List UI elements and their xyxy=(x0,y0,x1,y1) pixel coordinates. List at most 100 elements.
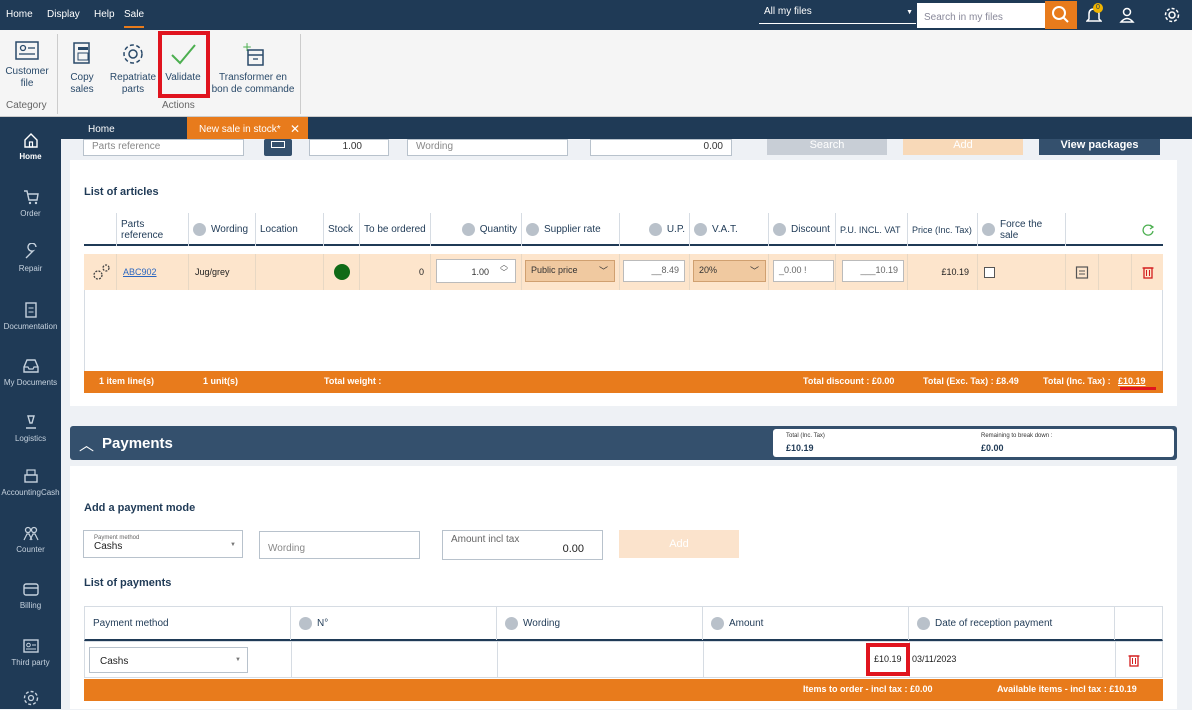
col-quantity-label: Quantity xyxy=(479,224,517,235)
payments-section-header[interactable]: ︿ Payments Total (Inc. Tax) £10.19 Remai… xyxy=(70,426,1177,460)
sidebar-item-repair[interactable]: Repair xyxy=(0,243,61,273)
payment-wording-input[interactable]: Wording xyxy=(259,531,420,559)
sidebar-item-label: Logistics xyxy=(14,434,47,443)
force-sale-checkbox[interactable] xyxy=(984,266,995,278)
sidebar-item-label: Third party xyxy=(11,658,50,667)
sidebar-item-home[interactable]: Home xyxy=(0,131,61,161)
clipboard-icon xyxy=(1075,266,1089,279)
menu-help[interactable]: Help xyxy=(94,9,115,20)
add-payment-button[interactable]: Add xyxy=(619,530,739,558)
wording-input[interactable]: Wording xyxy=(407,139,568,156)
keyboard-button[interactable] xyxy=(264,139,292,156)
tab-new-sale[interactable]: New sale in stock* ✕ xyxy=(187,117,308,139)
article-pu-incl-input[interactable]: ___10.19 xyxy=(842,260,904,282)
refresh-icon xyxy=(1142,223,1155,236)
amount-input[interactable]: 0.00 xyxy=(590,139,732,156)
transform-order-button[interactable]: + Transformer en bon de commande xyxy=(211,40,295,96)
pencil-icon xyxy=(982,223,995,236)
id-card-icon xyxy=(15,41,39,60)
col-payment-method[interactable]: Payment method xyxy=(85,607,291,640)
sidebar-item-label: Order xyxy=(20,209,41,218)
user-button[interactable] xyxy=(1119,7,1135,26)
col-parts-reference[interactable]: Parts reference xyxy=(117,213,189,246)
article-ref-link[interactable]: ABC902 xyxy=(117,254,189,290)
col-location[interactable]: Location xyxy=(256,213,324,246)
pencil-icon xyxy=(461,223,475,236)
articles-empty-area xyxy=(84,290,1163,372)
sidebar-item-settings[interactable] xyxy=(0,689,61,710)
sidebar-item-third-party[interactable]: Third party xyxy=(0,637,61,667)
article-discount-input[interactable]: _0.00 ! xyxy=(773,260,834,282)
repatriate-parts-button[interactable]: Repatriate parts xyxy=(108,40,158,96)
total-incl-tax-label: Total (Inc. Tax) : xyxy=(1043,376,1111,386)
tab-home[interactable]: Home xyxy=(88,117,115,139)
sidebar-item-accountingcash[interactable]: AccountingCash xyxy=(0,467,61,497)
payment-row-method-value: Cashs xyxy=(100,656,129,667)
people-icon xyxy=(22,526,39,541)
close-icon[interactable]: ✕ xyxy=(290,122,300,136)
col-up[interactable]: U.P. xyxy=(620,213,690,246)
repatriate-parts-label: Repatriate parts xyxy=(109,72,157,95)
search-icon xyxy=(1052,6,1069,23)
col-payment-wording[interactable]: Wording xyxy=(497,607,703,640)
supplier-rate-select[interactable]: Public price ﹀ xyxy=(525,260,615,282)
credit-card-icon xyxy=(22,583,39,596)
col-amount[interactable]: Amount xyxy=(703,607,909,640)
vat-select[interactable]: 20% ﹀ xyxy=(693,260,766,282)
search-button[interactable] xyxy=(1045,1,1077,29)
gear-icon xyxy=(23,690,38,706)
delete-payment-button[interactable] xyxy=(1128,653,1140,670)
article-to-order: 0 xyxy=(360,254,431,290)
col-discount[interactable]: Discount xyxy=(769,213,836,246)
sidebar-item-my-documents[interactable]: My Documents xyxy=(0,357,61,387)
menu-home[interactable]: Home xyxy=(6,9,33,20)
delete-article-button[interactable] xyxy=(1132,254,1163,290)
sidebar-item-logistics[interactable]: Logistics xyxy=(0,413,61,443)
col-pu-incl-vat[interactable]: P.U. INCL. VAT xyxy=(836,213,908,246)
col-number[interactable]: N° xyxy=(291,607,497,640)
sidebar-item-order[interactable]: Order xyxy=(0,188,61,218)
copy-sales-button[interactable]: Copy sales xyxy=(64,40,100,96)
refresh-button[interactable] xyxy=(1066,213,1163,246)
settings-button[interactable] xyxy=(1164,7,1180,26)
total-discount: Total discount : £0.00 xyxy=(803,376,895,386)
col-supplier-rate[interactable]: Supplier rate xyxy=(522,213,620,246)
trash-icon xyxy=(1142,267,1153,279)
payment-amount-input[interactable]: Amount incl tax 0.00 xyxy=(442,530,603,560)
menu-display[interactable]: Display xyxy=(47,9,80,20)
search-input[interactable]: Search in my files xyxy=(917,3,1045,28)
article-up-input[interactable]: __8.49 xyxy=(623,260,685,282)
menu-sale[interactable]: Sale xyxy=(124,9,145,28)
article-settings-icon-cell[interactable] xyxy=(84,254,117,290)
customer-file-button[interactable]: Customer file xyxy=(4,40,50,90)
stock-status-dot xyxy=(333,264,350,280)
view-packages-button[interactable]: View packages xyxy=(1039,139,1160,155)
col-wording[interactable]: Wording xyxy=(189,213,256,246)
add-payment-title: Add a payment mode xyxy=(84,502,196,514)
col-stock[interactable]: Stock xyxy=(324,213,360,246)
validate-highlight xyxy=(158,31,210,98)
sidebar-item-documentation[interactable]: Documentation xyxy=(0,301,61,331)
units-count: 1 unit(s) xyxy=(203,376,238,386)
payment-method-value: Cashs xyxy=(94,541,123,552)
search-part-button[interactable]: Search xyxy=(767,139,887,155)
col-force-sale[interactable]: Force the sale xyxy=(978,213,1066,246)
col-to-be-ordered[interactable]: To be ordered xyxy=(360,213,431,246)
pencil-icon xyxy=(694,223,707,236)
quantity-input[interactable]: 1.00 xyxy=(309,139,389,156)
col-date-reception[interactable]: Date of reception payment xyxy=(909,607,1115,640)
payment-method-select[interactable]: Payment method Cashs ▼ xyxy=(83,530,243,558)
article-detail-button[interactable] xyxy=(1066,254,1099,290)
col-vat[interactable]: V.A.T. xyxy=(690,213,769,246)
files-scope-select[interactable]: All my files ▼ xyxy=(759,6,916,24)
col-price-inc-tax[interactable]: Price (Inc. Tax) xyxy=(908,213,978,246)
col-date-reception-label: Date of reception payment xyxy=(935,618,1053,629)
sidebar-item-billing[interactable]: Billing xyxy=(0,580,61,610)
sidebar-item-counter[interactable]: Counter xyxy=(0,524,61,554)
col-quantity[interactable]: Quantity xyxy=(431,213,522,246)
parts-reference-input[interactable]: Parts reference xyxy=(83,139,244,156)
payment-row-method-select[interactable]: Cashs ▼ xyxy=(89,647,248,673)
quantity-stepper[interactable]: ︿ ﹀ xyxy=(500,261,508,277)
trash-icon xyxy=(1128,655,1140,667)
add-part-button[interactable]: Add xyxy=(903,139,1023,155)
